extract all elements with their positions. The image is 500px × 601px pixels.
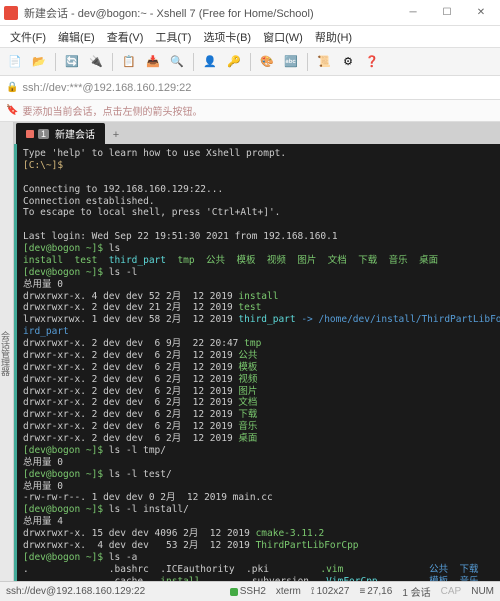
- bookmark-icon[interactable]: 🔖: [6, 105, 18, 116]
- status-ssh: SSH2: [230, 586, 266, 597]
- gear-icon[interactable]: ⚙: [337, 51, 359, 73]
- menu-help[interactable]: 帮助(H): [309, 27, 358, 47]
- terminal-wrapper: 1 新建会话 + Type 'help' to learn how to use…: [14, 122, 500, 581]
- profile-icon[interactable]: 👤: [199, 51, 221, 73]
- hint-text: 要添加当前会话，点击左侧的箭头按钮。: [22, 103, 202, 118]
- open-icon[interactable]: 📂: [28, 51, 50, 73]
- reconnect-icon[interactable]: 🔄: [61, 51, 83, 73]
- minimize-button[interactable]: ─: [398, 3, 428, 23]
- status-dot-icon: [230, 588, 238, 596]
- tab-label: 新建会话: [55, 126, 95, 141]
- maximize-button[interactable]: ☐: [432, 3, 462, 23]
- address-bar[interactable]: 🔒 ssh://dev:***@192.168.160.129:22: [0, 76, 500, 100]
- separator: [112, 53, 113, 71]
- side-tab-sessions[interactable]: 会话管理器: [0, 327, 13, 380]
- main-area: 会话管理器 隧道窗格 1 新建会话 + Type 'help' to learn…: [0, 122, 500, 581]
- lock-icon: 🔒: [6, 82, 18, 93]
- help-icon[interactable]: ❓: [361, 51, 383, 73]
- menu-file[interactable]: 文件(F): [4, 27, 52, 47]
- tab-strip: 1 新建会话 +: [14, 122, 500, 144]
- menu-view[interactable]: 查看(V): [101, 27, 150, 47]
- copy-icon[interactable]: 📋: [118, 51, 140, 73]
- search-icon[interactable]: 🔍: [166, 51, 188, 73]
- key-icon[interactable]: 🔑: [223, 51, 245, 73]
- separator: [250, 53, 251, 71]
- paste-icon[interactable]: 📥: [142, 51, 164, 73]
- palette-icon[interactable]: 🎨: [256, 51, 278, 73]
- separator: [193, 53, 194, 71]
- status-bar: ssh://dev@192.168.160.129:22 SSH2 xterm …: [0, 581, 500, 601]
- status-pos: ≡ 27,16: [359, 586, 392, 597]
- separator: [307, 53, 308, 71]
- status-term: xterm: [276, 586, 301, 597]
- new-tab-button[interactable]: +: [107, 126, 125, 144]
- tab-status-icon: [26, 130, 34, 138]
- title-bar: 新建会话 - dev@bogon:~ - Xshell 7 (Free for …: [0, 0, 500, 26]
- script-icon[interactable]: 📜: [313, 51, 335, 73]
- menu-edit[interactable]: 编辑(E): [52, 27, 101, 47]
- close-button[interactable]: ✕: [466, 3, 496, 23]
- font-icon[interactable]: 🔤: [280, 51, 302, 73]
- window-title: 新建会话 - dev@bogon:~ - Xshell 7 (Free for …: [24, 5, 398, 21]
- status-connection: ssh://dev@192.168.160.129:22: [6, 586, 220, 597]
- hint-bar: 🔖 要添加当前会话，点击左侧的箭头按钮。: [0, 100, 500, 122]
- disconnect-icon[interactable]: 🔌: [85, 51, 107, 73]
- status-sessions: 1 会话: [402, 584, 430, 599]
- session-tab[interactable]: 1 新建会话: [16, 123, 105, 144]
- menu-bar: 文件(F) 编辑(E) 查看(V) 工具(T) 选项卡(B) 窗口(W) 帮助(…: [0, 26, 500, 48]
- tab-number: 1: [38, 129, 49, 139]
- menu-tabs[interactable]: 选项卡(B): [197, 27, 257, 47]
- status-caps: CAP: [441, 586, 462, 597]
- side-gutter: 会话管理器 隧道窗格: [0, 122, 14, 581]
- terminal[interactable]: Type 'help' to learn how to use Xshell p…: [14, 144, 500, 581]
- status-size: ⟟ 102x27: [311, 586, 350, 597]
- address-text: ssh://dev:***@192.168.160.129:22: [22, 82, 191, 94]
- menu-tools[interactable]: 工具(T): [149, 27, 197, 47]
- app-icon: [4, 6, 18, 20]
- status-num: NUM: [471, 586, 494, 597]
- new-session-icon[interactable]: 📄: [4, 51, 26, 73]
- menu-window[interactable]: 窗口(W): [257, 27, 309, 47]
- separator: [55, 53, 56, 71]
- toolbar: 📄 📂 🔄 🔌 📋 📥 🔍 👤 🔑 🎨 🔤 📜 ⚙ ❓: [0, 48, 500, 76]
